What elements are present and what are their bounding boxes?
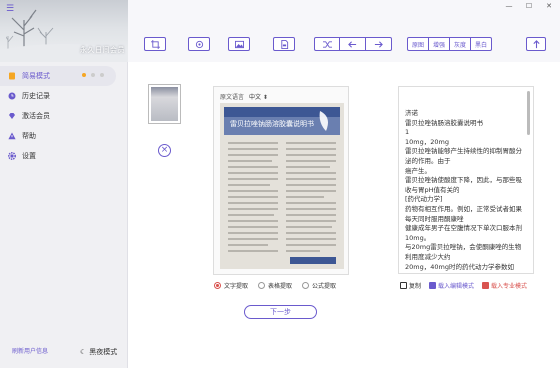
image-button[interactable] (228, 37, 250, 51)
load-edit-mode-label: 载入编辑模式 (438, 283, 475, 290)
load-edit-mode-button[interactable]: 载入编辑模式 (429, 281, 474, 290)
crop-icon (150, 39, 160, 49)
toolbar: 原图 增强 灰度 黑白 (128, 0, 560, 62)
dot-indicator (82, 73, 86, 77)
mode-dots (82, 73, 104, 77)
close-icon[interactable]: ✕ (544, 2, 554, 10)
view-mode-gray[interactable]: 灰度 (450, 38, 472, 50)
upload-icon (532, 39, 540, 48)
chevron-updown-icon: ⬍ (262, 94, 268, 101)
radio-dot (302, 282, 310, 289)
close-circle-icon: × (160, 145, 169, 155)
source-language-label: 原文语言 (220, 94, 245, 101)
menu-icon[interactable]: ☰ (6, 4, 14, 14)
document-photo: 雷贝拉唑钠肠溶胶囊说明书 (220, 103, 344, 269)
copy-icon (400, 282, 407, 289)
view-mode-bw[interactable]: 黑白 (471, 38, 491, 50)
sidebar-item-label: 激活会员 (22, 112, 50, 120)
view-mode-original[interactable]: 原图 (408, 38, 430, 50)
sidebar-item-label: 简易模式 (22, 72, 50, 80)
thumbnail-image (151, 87, 178, 121)
radio-table-extract[interactable]: 表格提取 (258, 281, 292, 290)
document-preview-panel: 原文语言 中文 ⬍ 雷贝拉唑钠肠溶胶囊说明书 (213, 86, 349, 275)
dot-indicator (100, 73, 104, 77)
document-title: 雷贝拉唑钠肠溶胶囊说明书 (230, 119, 314, 128)
edit-actions-group (314, 37, 392, 51)
text-actions: 复制 载入编辑模式 载入专业模式 (400, 281, 527, 290)
copy-label: 复制 (409, 283, 422, 290)
page-thumbnail[interactable] (148, 84, 181, 124)
source-language-select[interactable]: 原文语言 中文 ⬍ (220, 92, 268, 101)
radio-label: 表格提取 (268, 283, 293, 290)
sidebar-item-label: 历史记录 (22, 92, 50, 100)
undo-button[interactable] (340, 38, 366, 50)
shuffle-icon (322, 40, 332, 48)
source-language-value: 中文 (248, 94, 261, 101)
image-icon (234, 40, 244, 48)
sidebar-nav: 简易模式 历史记录 激活会员 帮助 设置 (0, 66, 128, 166)
document-image: 雷贝拉唑钠肠溶胶囊说明书 (220, 103, 344, 269)
location-icon (195, 40, 203, 48)
minimize-icon[interactable]: — (504, 2, 514, 10)
extracted-text[interactable]: 济诺 雷贝拉唑钠肠溶胶囊说明书 1 10mg，20mg 雷贝拉唑钠能够产生持续性… (405, 109, 525, 273)
view-mode-enhance[interactable]: 增强 (429, 38, 451, 50)
refresh-user-info-link[interactable]: 刷新用户信息 (12, 346, 48, 355)
sidebar-item-label: 设置 (22, 152, 36, 160)
redo-button[interactable] (366, 38, 391, 50)
gear-icon (8, 152, 16, 160)
radio-dot (258, 282, 266, 289)
delete-page-button[interactable]: × (158, 144, 171, 157)
upload-button[interactable] (526, 37, 546, 51)
file-icon (8, 72, 16, 80)
text-scrollbar[interactable] (527, 91, 530, 135)
sidebar: ☰ 永久日间会员 简易模式 历史记录 激活会员 帮助 设置 刷新用户信息 ☾ 黑… (0, 0, 128, 368)
pdf-icon (280, 39, 288, 49)
dot-indicator (91, 73, 95, 77)
extracted-text-panel[interactable]: 济诺 雷贝拉唑钠肠溶胶囊说明书 1 10mg，20mg 雷贝拉唑钠能够产生持续性… (398, 86, 534, 274)
shuffle-button[interactable] (315, 38, 341, 50)
sidebar-item-settings[interactable]: 设置 (0, 146, 128, 166)
radio-label: 公式提取 (312, 283, 337, 290)
window-controls: — ☐ ✕ (504, 2, 554, 10)
locate-button[interactable] (188, 37, 210, 51)
clock-icon (8, 92, 16, 100)
night-mode-label: 黑夜模式 (89, 348, 118, 356)
diamond-icon (8, 112, 16, 120)
maximize-icon[interactable]: ☐ (524, 2, 534, 10)
sidebar-item-simple-mode[interactable]: 简易模式 (0, 66, 116, 86)
radio-text-extract[interactable]: 文字提取 (214, 281, 248, 290)
crop-button[interactable] (144, 37, 166, 51)
edit-icon (429, 282, 437, 289)
sidebar-item-history[interactable]: 历史记录 (0, 86, 128, 106)
sidebar-item-label: 帮助 (22, 132, 36, 140)
moon-icon: ☾ (80, 348, 87, 356)
load-pro-mode-button[interactable]: 载入专业模式 (482, 281, 527, 290)
copy-button[interactable]: 复制 (400, 281, 421, 290)
pro-icon (482, 282, 490, 289)
load-pro-mode-label: 载入专业模式 (491, 283, 528, 290)
undo-icon (348, 40, 357, 48)
membership-label: 永久日间会员 (80, 46, 125, 54)
night-mode-toggle[interactable]: ☾ 黑夜模式 (80, 347, 117, 357)
sidebar-item-help[interactable]: 帮助 (0, 126, 128, 146)
view-mode-group: 原图 增强 灰度 黑白 (407, 37, 493, 51)
next-step-button[interactable]: 下一步 (244, 305, 317, 319)
redo-icon (374, 40, 383, 48)
radio-formula-extract[interactable]: 公式提取 (302, 281, 336, 290)
radio-dot (214, 282, 221, 289)
warning-icon (8, 132, 16, 140)
extract-mode-radios: 文字提取 表格提取 公式提取 (214, 281, 336, 290)
main-area: × 原文语言 中文 ⬍ 雷贝拉唑钠肠溶胶囊说明书 济诺 雷贝拉唑钠肠溶胶囊说明书… (128, 62, 560, 368)
sidebar-item-activate[interactable]: 激活会员 (0, 106, 128, 126)
radio-label: 文字提取 (224, 283, 249, 290)
pdf-button[interactable] (273, 37, 295, 51)
